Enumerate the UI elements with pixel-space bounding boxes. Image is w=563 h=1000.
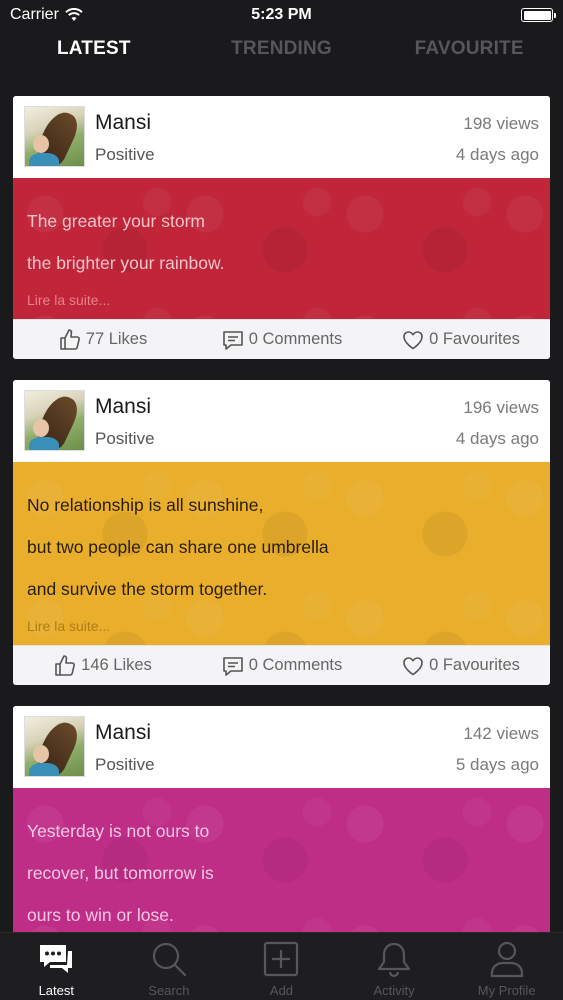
thumbs-up-icon: [59, 328, 80, 350]
post-header: Mansi Positive 142 views 5 days ago: [13, 706, 550, 788]
comment-button[interactable]: 0 Comments: [192, 654, 371, 678]
author-name[interactable]: Mansi: [95, 111, 151, 135]
avatar[interactable]: [24, 716, 85, 777]
battery-icon: [521, 8, 556, 22]
post-actions: 77 Likes 0 Comments 0 Favourites: [13, 319, 550, 359]
author-name[interactable]: Mansi: [95, 395, 151, 419]
view-count: 142 views: [463, 724, 539, 743]
quote-line: No relationship is all sunshine,: [27, 495, 264, 515]
status-time: 5:23 PM: [251, 6, 312, 23]
favourite-count: 0 Favourites: [429, 656, 520, 674]
favourite-count: 0 Favourites: [429, 330, 520, 348]
favourite-button[interactable]: 0 Favourites: [371, 654, 550, 678]
like-count: 146 Likes: [81, 656, 152, 674]
quote-line: recover, but tomorrow is: [27, 863, 214, 883]
favourite-button[interactable]: 0 Favourites: [371, 328, 550, 352]
like-button[interactable]: 77 Likes: [13, 328, 192, 352]
quote-line: ours to win or lose.: [27, 905, 174, 925]
comment-icon: [222, 656, 243, 676]
tabbar-item-activity[interactable]: Activity: [338, 933, 451, 1000]
comment-count: 0 Comments: [248, 330, 343, 348]
heart-icon: [403, 656, 423, 675]
tab-trending[interactable]: TRENDING: [188, 38, 376, 74]
avatar[interactable]: [24, 390, 85, 451]
chat-bubbles-icon: [40, 945, 73, 973]
post-header: Mansi Positive 198 views 4 days ago: [13, 96, 550, 178]
quote-body[interactable]: No relationship is all sunshine, but two…: [13, 462, 550, 645]
person-icon: [490, 941, 523, 978]
post-card[interactable]: Mansi Positive 198 views 4 days ago The …: [13, 96, 550, 359]
post-header: Mansi Positive 196 views 4 days ago: [13, 380, 550, 462]
comment-count: 0 Comments: [248, 656, 343, 674]
wifi-icon: [65, 8, 83, 21]
post-category: Positive: [95, 755, 155, 774]
post-category: Positive: [95, 429, 155, 448]
read-more-link[interactable]: Lire la suite...: [27, 618, 536, 634]
tabbar-item-latest[interactable]: Latest: [0, 933, 113, 1000]
carrier-group: Carrier: [10, 6, 83, 24]
post-card[interactable]: Mansi Positive 196 views 4 days ago No r…: [13, 380, 550, 685]
avatar[interactable]: [24, 106, 85, 167]
view-count: 198 views: [463, 114, 539, 133]
comment-button[interactable]: 0 Comments: [192, 328, 371, 352]
quote-line: the brighter your rainbow.: [27, 253, 225, 273]
tabbar-label: Search: [148, 983, 190, 998]
read-more-link[interactable]: Lire la suite...: [27, 292, 536, 308]
battery-fill: [523, 10, 551, 20]
tabbar-label: Activity: [373, 983, 415, 998]
tab-latest[interactable]: LATEST: [0, 38, 188, 74]
quote-body[interactable]: Yesterday is not ours to recover, but to…: [13, 788, 550, 932]
post-category: Positive: [95, 145, 155, 164]
quote-line: Yesterday is not ours to: [27, 821, 210, 841]
tab-favourite[interactable]: FAVOURITE: [375, 38, 563, 74]
tabbar-item-search[interactable]: Search: [113, 933, 226, 1000]
view-count: 196 views: [463, 398, 539, 417]
bell-icon: [377, 942, 411, 978]
search-icon: [152, 942, 186, 977]
tabbar-label: Add: [269, 983, 294, 998]
post-actions: 146 Likes 0 Comments 0 Favourites: [13, 645, 550, 685]
tabbar-label: My Profile: [477, 983, 536, 998]
carrier-label: Carrier: [10, 6, 59, 23]
bottom-tab-bar: Latest Search Add Activity My Profile: [0, 932, 563, 1000]
tabbar-item-add[interactable]: Add: [225, 933, 338, 1000]
top-tabs: LATEST TRENDING FAVOURITE: [0, 38, 563, 74]
quote-line: The greater your storm: [27, 211, 205, 231]
comment-icon: [222, 330, 243, 350]
heart-icon: [403, 330, 423, 349]
post-card[interactable]: Mansi Positive 142 views 5 days ago Yest…: [13, 706, 550, 932]
tabbar-label: Latest: [38, 983, 74, 998]
status-bar: Carrier 5:23 PM: [0, 0, 563, 30]
like-count: 77 Likes: [85, 330, 148, 348]
post-feed[interactable]: Mansi Positive 198 views 4 days ago The …: [0, 96, 563, 932]
post-time: 5 days ago: [455, 755, 539, 774]
quote-body[interactable]: The greater your storm the brighter your…: [13, 178, 550, 319]
tabbar-item-my-profile[interactable]: My Profile: [450, 933, 563, 1000]
thumbs-up-icon: [55, 654, 76, 676]
author-name[interactable]: Mansi: [95, 721, 151, 745]
post-time: 4 days ago: [455, 145, 539, 164]
like-button[interactable]: 146 Likes: [13, 654, 192, 678]
quote-line: but two people can share one umbrella: [27, 537, 329, 557]
post-time: 4 days ago: [455, 429, 539, 448]
add-square-icon: [264, 941, 299, 977]
quote-line: and survive the storm together.: [27, 579, 268, 599]
